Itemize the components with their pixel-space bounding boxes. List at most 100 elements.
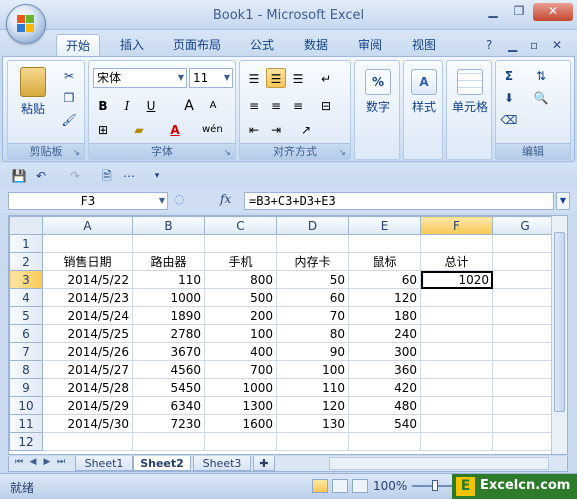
cells-button[interactable]: 单元格 — [449, 69, 491, 115]
cut-icon[interactable]: ✂ — [60, 67, 78, 85]
cell-b7[interactable]: 3670 — [132, 342, 205, 361]
copy-icon[interactable]: ❐ — [60, 89, 78, 107]
tab-home[interactable]: 开始 — [56, 34, 100, 56]
cell-c6[interactable]: 100 — [204, 324, 277, 343]
cell-g4[interactable] — [492, 288, 558, 307]
cell-e9[interactable]: 420 — [348, 378, 421, 397]
minimize-icon[interactable]: ▁ — [481, 3, 505, 21]
horizontal-scrollbar[interactable] — [329, 457, 549, 470]
cell-c1[interactable] — [204, 234, 277, 253]
cell-f12[interactable] — [420, 432, 493, 451]
tab-view[interactable]: 视图 — [402, 34, 446, 56]
cell-e10[interactable]: 480 — [348, 396, 421, 415]
scrollbar-thumb[interactable] — [554, 232, 565, 412]
align-middle-icon[interactable]: ☰ — [266, 68, 286, 88]
column-header-f[interactable]: F — [420, 216, 493, 235]
row-header-4[interactable]: 4 — [9, 288, 43, 307]
cell-d11[interactable]: 130 — [276, 414, 349, 433]
align-top-icon[interactable]: ☰ — [244, 68, 264, 88]
cell-b6[interactable]: 2780 — [132, 324, 205, 343]
row-header-11[interactable]: 11 — [9, 414, 43, 433]
cell-g6[interactable] — [492, 324, 558, 343]
row-header-12[interactable]: 12 — [9, 432, 43, 451]
close-icon[interactable]: ✕ — [533, 3, 573, 21]
cell-c4[interactable]: 500 — [204, 288, 277, 307]
cell-g2[interactable] — [492, 252, 558, 271]
cell-e11[interactable]: 540 — [348, 414, 421, 433]
cell-g10[interactable] — [492, 396, 558, 415]
borders-icon[interactable]: ⊞ — [93, 119, 113, 139]
column-header-a[interactable]: A — [42, 216, 133, 235]
cell-g11[interactable] — [492, 414, 558, 433]
cell-d12[interactable] — [276, 432, 349, 451]
cell-f3[interactable]: 1020 — [420, 270, 493, 289]
formula-input[interactable]: =B3+C3+D3+E3 — [244, 192, 554, 210]
restore-icon[interactable]: ❐ — [507, 3, 531, 21]
cell-d5[interactable]: 70 — [276, 306, 349, 325]
align-center-icon[interactable]: ≡ — [266, 95, 286, 115]
customize-icon[interactable]: ⋯ — [120, 167, 138, 185]
increase-indent-icon[interactable]: ⇥ — [266, 119, 286, 139]
cell-c5[interactable]: 200 — [204, 306, 277, 325]
ribbon-restore-icon[interactable]: ▫ — [530, 38, 538, 52]
cell-g9[interactable] — [492, 378, 558, 397]
first-sheet-icon[interactable]: ⏮ — [13, 457, 25, 467]
cell-a4[interactable]: 2014/5/23 — [42, 288, 133, 307]
row-header-3[interactable]: 3 — [9, 270, 43, 289]
cell-b11[interactable]: 7230 — [132, 414, 205, 433]
select-all-corner[interactable] — [9, 216, 43, 235]
normal-view-icon[interactable] — [312, 479, 328, 493]
cell-g3[interactable] — [492, 270, 558, 289]
prev-sheet-icon[interactable]: ◀ — [27, 457, 39, 467]
cell-g12[interactable] — [492, 432, 558, 451]
column-header-b[interactable]: B — [132, 216, 205, 235]
cell-e6[interactable]: 240 — [348, 324, 421, 343]
vertical-scrollbar[interactable] — [551, 216, 567, 454]
office-button[interactable] — [6, 4, 46, 44]
cell-a5[interactable]: 2014/5/24 — [42, 306, 133, 325]
cell-a10[interactable]: 2014/5/29 — [42, 396, 133, 415]
row-header-7[interactable]: 7 — [9, 342, 43, 361]
cell-f10[interactable] — [420, 396, 493, 415]
row-header-10[interactable]: 10 — [9, 396, 43, 415]
bold-button[interactable]: B — [93, 95, 113, 115]
row-header-6[interactable]: 6 — [9, 324, 43, 343]
cell-f6[interactable] — [420, 324, 493, 343]
cell-e7[interactable]: 300 — [348, 342, 421, 361]
cell-a8[interactable]: 2014/5/27 — [42, 360, 133, 379]
last-sheet-icon[interactable]: ⏭ — [55, 457, 67, 467]
cell-a3[interactable]: 2014/5/22 — [42, 270, 133, 289]
cell-f2[interactable]: 总计 — [420, 252, 493, 271]
cell-f11[interactable] — [420, 414, 493, 433]
cell-g7[interactable] — [492, 342, 558, 361]
row-header-2[interactable]: 2 — [9, 252, 43, 271]
column-header-e[interactable]: E — [348, 216, 421, 235]
ribbon-minimize-icon[interactable]: ▁ — [508, 38, 517, 52]
sheet-tab-sheet3[interactable]: Sheet3 — [193, 456, 251, 471]
alignment-launcher-icon[interactable]: ↘ — [339, 148, 348, 157]
clear-icon[interactable]: ⌫ — [500, 111, 518, 129]
cell-c12[interactable] — [204, 432, 277, 451]
autosum-icon[interactable]: Σ — [500, 67, 518, 85]
insert-sheet-icon[interactable]: ✚ — [253, 456, 275, 471]
row-header-1[interactable]: 1 — [9, 234, 43, 253]
cell-a6[interactable]: 2014/5/25 — [42, 324, 133, 343]
cell-c2[interactable]: 手机 — [204, 252, 277, 271]
sheet-tab-sheet1[interactable]: Sheet1 — [75, 456, 133, 471]
cell-c11[interactable]: 1600 — [204, 414, 277, 433]
cell-c3[interactable]: 800 — [204, 270, 277, 289]
column-header-g[interactable]: G — [492, 216, 558, 235]
find-select-icon[interactable]: 🔍 — [532, 89, 550, 107]
page-break-view-icon[interactable] — [352, 479, 368, 493]
clipboard-launcher-icon[interactable]: ↘ — [73, 148, 82, 157]
tab-data[interactable]: 数据 — [294, 34, 338, 56]
number-format-button[interactable]: % 数字 — [359, 69, 397, 115]
cell-d8[interactable]: 100 — [276, 360, 349, 379]
cell-d10[interactable]: 120 — [276, 396, 349, 415]
zoom-level[interactable]: 100% — [373, 479, 407, 493]
cell-c8[interactable]: 700 — [204, 360, 277, 379]
font-launcher-icon[interactable]: ↘ — [224, 148, 233, 157]
font-size-select[interactable]: 11 ▼ — [189, 68, 233, 88]
cell-f5[interactable] — [420, 306, 493, 325]
cell-f7[interactable] — [420, 342, 493, 361]
